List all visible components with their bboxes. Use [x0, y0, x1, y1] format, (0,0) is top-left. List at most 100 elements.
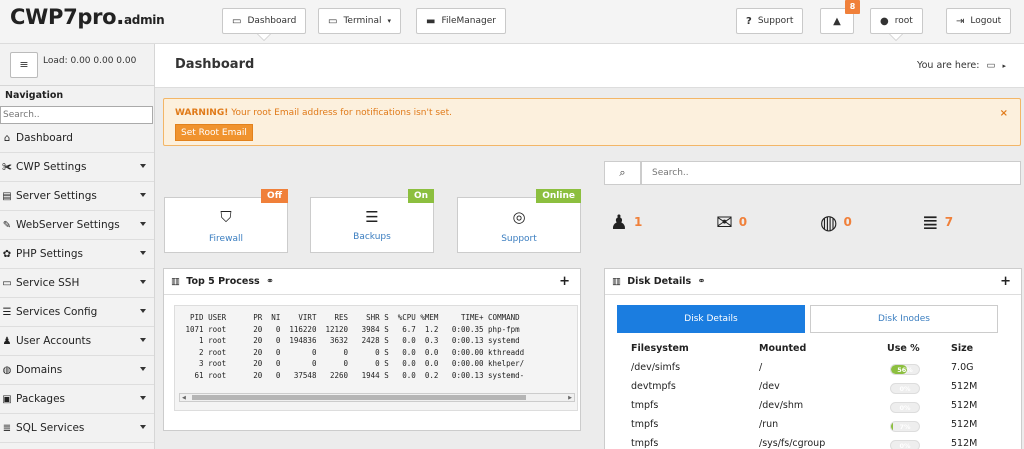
- disk-details-panel-header: ▥ Disk Details ⚭ +: [605, 269, 1021, 295]
- user-name: root: [894, 16, 913, 26]
- warning-alert: WARNING! Your root Email address for not…: [163, 98, 1021, 146]
- firewall-label: Firewall: [209, 234, 243, 244]
- support-status-box[interactable]: ◎ Support Online: [457, 189, 581, 253]
- backups-status-box[interactable]: ☰ Backups On: [310, 189, 434, 253]
- sidebar-search-input[interactable]: [0, 106, 153, 124]
- filesystem-cell: tmpfs: [631, 438, 659, 449]
- expand-icon[interactable]: +: [559, 274, 570, 289]
- globe-icon: ◍: [2, 364, 12, 376]
- database-icon: ≣: [2, 422, 12, 434]
- sidebar-item-service-ssh[interactable]: ▭ Service SSH: [0, 269, 154, 298]
- disk-details-title: ▥ Disk Details ⚭: [612, 276, 705, 287]
- horizontal-scrollbar[interactable]: ◀ ▶: [179, 393, 575, 402]
- sidebar-item-user-accounts[interactable]: ♟ User Accounts: [0, 327, 154, 356]
- domains-count: 0: [843, 215, 852, 229]
- usage-progress-bar: 56%: [890, 364, 920, 375]
- logout-button-label: Logout: [970, 16, 1002, 26]
- envelope-icon: ✉: [716, 210, 733, 234]
- sidebar-item-label: Server Settings: [16, 190, 97, 202]
- sidebar-nav-list: ⌂ Dashboard ✀ CWP Settings ▤ Server Settings ✎…: [0, 124, 154, 443]
- backups-label: Backups: [353, 232, 391, 242]
- sidebar-item-label: PHP Settings: [16, 248, 83, 260]
- monitor-icon: ▭: [2, 277, 12, 289]
- sidebar-item-packages[interactable]: ▣ Packages: [0, 385, 154, 414]
- users-counter[interactable]: ♟ 1: [610, 210, 642, 234]
- sidebar-item-label: Packages: [16, 393, 65, 405]
- sidebar-item-label: WebServer Settings: [16, 219, 120, 231]
- size-cell: 512M: [951, 400, 978, 411]
- tab-disk-inodes[interactable]: Disk Inodes: [810, 305, 998, 333]
- scrollbar-thumb[interactable]: [192, 395, 526, 400]
- monitor-icon[interactable]: ▭: [986, 60, 995, 71]
- sidebar-item-services-config[interactable]: ☰ Services Config: [0, 298, 154, 327]
- table-row: devtmpfs/dev 0% 512M: [631, 379, 1001, 398]
- domains-counter[interactable]: ◍ 0: [820, 210, 852, 234]
- firewall-status-box[interactable]: ⛉ Firewall Off: [164, 189, 288, 253]
- sidebar-item-label: Domains: [16, 364, 63, 376]
- filemanager-button[interactable]: ▬ FileManager: [416, 8, 506, 34]
- emails-counter[interactable]: ✉ 0: [716, 210, 747, 234]
- terminal-button[interactable]: ▭ Terminal ▾: [318, 8, 402, 34]
- sidebar-item-php-settings[interactable]: ✿ PHP Settings: [0, 240, 154, 269]
- logo-main: CWP7pro.: [10, 5, 124, 29]
- link-icon[interactable]: ⚭: [697, 276, 705, 287]
- user-menu-button[interactable]: ● root: [870, 8, 923, 41]
- table-row: /dev/simfs / 56% 7.0G: [631, 360, 1001, 379]
- monitor-icon: ▭: [232, 15, 242, 27]
- server-load-button[interactable]: ≡: [10, 52, 38, 78]
- scroll-right-icon[interactable]: ▶: [568, 395, 572, 401]
- server-icon: ▤: [2, 190, 12, 202]
- top-process-title-text: Top 5 Process: [186, 276, 260, 287]
- sidebar-item-label: CWP Settings: [16, 161, 87, 173]
- usage-percent-label: 0%: [899, 385, 911, 393]
- sidebar-item-server-settings[interactable]: ▤ Server Settings: [0, 182, 154, 211]
- support-button[interactable]: ? Support: [736, 8, 804, 34]
- dashboard-button[interactable]: ▭ Dashboard: [222, 8, 307, 41]
- backups-status-badge: On: [407, 189, 434, 203]
- main-content: Dashboard You are here: ▭ ▸ WARNING! You…: [155, 44, 1024, 449]
- link-icon[interactable]: ⚭: [266, 276, 274, 287]
- chevron-down-icon: [140, 193, 146, 197]
- scroll-left-icon[interactable]: ◀: [182, 395, 186, 401]
- logout-button[interactable]: ⇥ Logout: [946, 8, 1012, 34]
- warning-text: WARNING! Your root Email address for not…: [175, 108, 452, 118]
- process-output: PID USER PR NI VIRT RES SHR S %CPU %MEM …: [174, 305, 578, 411]
- disk-tabs: Disk Details Disk Inodes: [617, 305, 999, 333]
- user-icon: ●: [880, 15, 889, 27]
- search-button[interactable]: ⌕: [604, 161, 641, 185]
- filesystem-cell: /dev/simfs: [631, 362, 681, 373]
- sidebar-item-domains[interactable]: ◍ Domains: [0, 356, 154, 385]
- sidebar-item-sql-services[interactable]: ≣ SQL Services: [0, 414, 154, 443]
- top-process-panel: ▥ Top 5 Process ⚭ + PID USER PR NI VIRT …: [163, 268, 581, 431]
- archive-icon: ☰: [365, 208, 379, 226]
- dashboard-search-input[interactable]: [641, 161, 1021, 185]
- dashboard-button-label: Dashboard: [247, 16, 297, 26]
- sidebar-item-webserver-settings[interactable]: ✎ WebServer Settings: [0, 211, 154, 240]
- close-icon[interactable]: ×: [1000, 108, 1008, 119]
- database-icon: ≡: [19, 58, 29, 71]
- expand-icon[interactable]: +: [1000, 274, 1011, 289]
- folder-icon: ▬: [426, 15, 436, 27]
- sidebar-item-label: SQL Services: [16, 422, 85, 434]
- mounted-cell: /sys/fs/cgroup: [759, 438, 826, 449]
- tab-disk-details[interactable]: Disk Details: [617, 305, 805, 333]
- chevron-down-icon: [140, 222, 146, 226]
- usage-percent-label: 56%: [897, 366, 913, 374]
- set-root-email-button[interactable]: Set Root Email: [175, 124, 253, 141]
- logo[interactable]: CWP7pro.admin: [10, 5, 165, 29]
- chevron-down-icon: [140, 280, 146, 284]
- chevron-down-icon: [140, 164, 146, 168]
- sidebar-item-dashboard[interactable]: ⌂ Dashboard: [0, 124, 154, 153]
- user-icon: ♟: [2, 335, 12, 347]
- usage-progress-bar: 0%: [890, 402, 920, 413]
- size-cell: 7.0G: [951, 362, 974, 373]
- navigation-title: Navigation: [5, 90, 64, 101]
- sidebar: ≡ Load: 0.00 0.00 0.00 Navigation ⌂ Dashb…: [0, 44, 155, 449]
- top-process-title: ▥ Top 5 Process ⚭: [171, 276, 274, 287]
- logo-sub: admin: [123, 13, 165, 27]
- chevron-down-icon: [140, 367, 146, 371]
- databases-counter[interactable]: ≣ 7: [922, 210, 953, 234]
- support-button-label: Support: [757, 16, 794, 26]
- usage-progress-bar: 0%: [890, 440, 920, 449]
- sidebar-item-cwp-settings[interactable]: ✀ CWP Settings: [0, 153, 154, 182]
